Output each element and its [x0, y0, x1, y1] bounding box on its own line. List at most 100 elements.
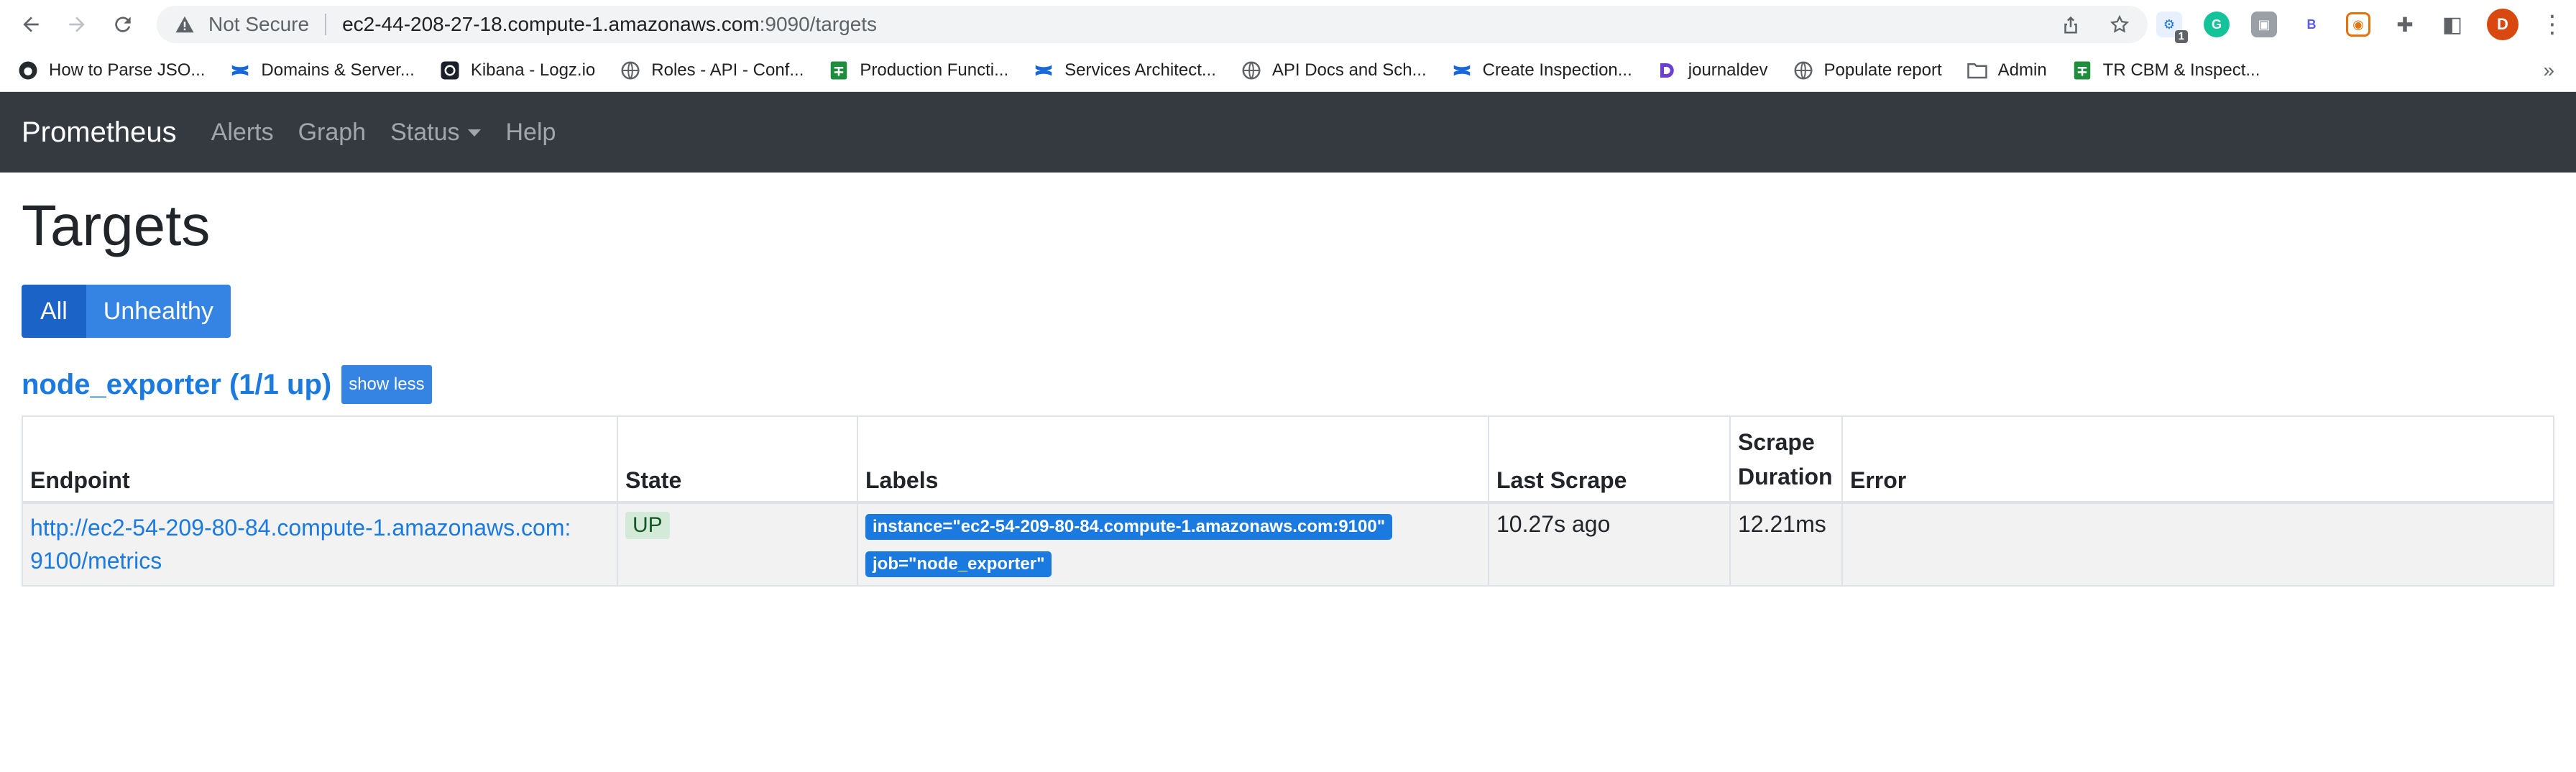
- folder-icon: [1966, 60, 1988, 81]
- nav-graph[interactable]: Graph: [298, 119, 367, 147]
- profile-avatar[interactable]: D: [2487, 9, 2518, 40]
- column-header-endpoint: Endpoint: [22, 415, 618, 504]
- endpoint-link[interactable]: http://ec2-54-209-80-84.compute-1.amazon…: [30, 515, 571, 574]
- github-icon: [17, 60, 39, 81]
- capture-extension-icon[interactable]: ◉: [2346, 12, 2370, 37]
- job-header: node_exporter (1/1 up) show less: [22, 365, 2554, 404]
- bookmark-item[interactable]: Services Architect...: [1033, 60, 1216, 81]
- address-bar[interactable]: Not Secure ec2-44-208-27-18.compute-1.am…: [157, 6, 2148, 43]
- browser-toolbar: Not Secure ec2-44-208-27-18.compute-1.am…: [0, 0, 2576, 49]
- filter-button-group: All Unhealthy: [22, 285, 2554, 338]
- bookmark-item[interactable]: Roles - API - Conf...: [620, 60, 804, 81]
- page-title: Targets: [22, 193, 211, 257]
- bookmark-item[interactable]: Kibana - Logz.io: [439, 60, 595, 81]
- extension-badge: 1: [2174, 30, 2188, 43]
- bookmark-item[interactable]: Populate report: [1793, 60, 1942, 81]
- logzio-icon: [439, 60, 461, 81]
- back-button[interactable]: [12, 5, 50, 44]
- arrow-left-icon: [23, 17, 39, 32]
- globe-icon: [620, 60, 641, 81]
- confluence-icon: [229, 60, 251, 81]
- bookmark-item[interactable]: Admin: [1966, 60, 2047, 81]
- sheets-icon: [828, 60, 850, 81]
- bookmark-label: TR CBM & Inspect...: [2102, 60, 2260, 80]
- endpoint-link-line1: http://ec2-54-209-80-84.compute-1.amazon…: [30, 515, 571, 541]
- scrape-duration-cell: 12.21ms: [1729, 502, 1843, 587]
- app-navbar: Prometheus Alerts Graph Status Help: [0, 92, 2576, 173]
- show-less-button[interactable]: show less: [341, 365, 432, 404]
- arrow-right-icon: [69, 17, 85, 32]
- more-menu-icon[interactable]: ⋮: [2540, 12, 2564, 37]
- extensions-area: ⚙ 1 G ▣ B ◉ ✚ ◧ D ⋮: [2156, 7, 2564, 43]
- sheets-icon: [2071, 60, 2093, 81]
- bookmark-label: Services Architect...: [1064, 60, 1216, 80]
- column-header-error: Error: [1841, 415, 2554, 504]
- bookmark-label: How to Parse JSO...: [49, 60, 206, 80]
- reload-icon: [115, 17, 131, 32]
- bookmark-item[interactable]: Production Functi...: [828, 60, 1008, 81]
- nav-alerts[interactable]: Alerts: [211, 119, 274, 147]
- nav-status[interactable]: Status: [390, 118, 482, 147]
- bootstrap-extension-icon[interactable]: B: [2299, 12, 2324, 37]
- scrape-duration-header-line2: Duration: [1738, 464, 1833, 490]
- bookmark-label: Roles - API - Conf...: [651, 60, 804, 80]
- nav-status-label: Status: [390, 118, 460, 146]
- label-badge-job: job="node_exporter": [865, 551, 1052, 577]
- globe-icon: [1241, 60, 1262, 81]
- security-label[interactable]: Not Secure: [208, 13, 309, 36]
- address-divider: [325, 14, 327, 35]
- labels-cell: instance="ec2-54-209-80-84.compute-1.ama…: [857, 502, 1489, 587]
- caret-down-icon: [468, 129, 482, 137]
- targets-table: Endpoint State Labels Last Scrape Scrape…: [22, 415, 2554, 587]
- error-cell: [1841, 502, 2554, 587]
- nav-help[interactable]: Help: [505, 119, 556, 147]
- bookmark-item[interactable]: journaldev: [1657, 60, 1768, 81]
- puzzle-icon[interactable]: ✚: [2392, 12, 2418, 37]
- job-title-link[interactable]: node_exporter (1/1 up): [22, 369, 331, 401]
- grammarly-icon[interactable]: G: [2204, 12, 2230, 37]
- label-badge-instance: instance="ec2-54-209-80-84.compute-1.ama…: [865, 514, 1393, 540]
- bookmark-item[interactable]: How to Parse JSO...: [17, 60, 205, 81]
- bookmark-label: Production Functi...: [860, 60, 1009, 80]
- table-header-row: Endpoint State Labels Last Scrape Scrape…: [22, 415, 2554, 504]
- filter-unhealthy-button[interactable]: Unhealthy: [86, 285, 231, 338]
- endpoint-cell: http://ec2-54-209-80-84.compute-1.amazon…: [22, 502, 618, 587]
- column-header-state: State: [617, 415, 858, 504]
- warning-icon: [174, 14, 196, 35]
- bookmark-label: Kibana - Logz.io: [470, 60, 596, 80]
- globe-icon: [1793, 60, 1814, 81]
- profile-extension-icon[interactable]: ▣: [2251, 12, 2277, 37]
- confluence-icon: [1033, 60, 1054, 81]
- column-header-labels: Labels: [857, 415, 1489, 504]
- journaldev-icon: [1657, 60, 1678, 81]
- table-row: http://ec2-54-209-80-84.compute-1.amazon…: [22, 502, 2554, 587]
- bookmarks-bar: How to Parse JSO... Domains & Server... Ki…: [0, 49, 2576, 92]
- filter-all-button[interactable]: All: [22, 285, 86, 338]
- bookmarks-overflow-button[interactable]: »: [2543, 59, 2554, 82]
- state-cell: UP: [617, 502, 858, 587]
- url-host: ec2-44-208-27-18.compute-1.amazonaws.com: [342, 13, 760, 35]
- column-header-scrape-duration: Scrape Duration: [1729, 415, 1843, 504]
- endpoint-link-line2: 9100/metrics: [30, 548, 162, 574]
- confluence-icon: [1451, 60, 1473, 81]
- bookmark-star-icon[interactable]: [2109, 14, 2130, 35]
- column-header-last-scrape: Last Scrape: [1488, 415, 1731, 504]
- translate-extension-icon[interactable]: ⚙ 1: [2156, 12, 2188, 43]
- bookmark-label: Create Inspection...: [1482, 60, 1632, 80]
- reload-button[interactable]: [104, 5, 142, 44]
- last-scrape-cell: 10.27s ago: [1488, 502, 1731, 587]
- bookmark-item[interactable]: API Docs and Sch...: [1241, 60, 1427, 81]
- share-icon[interactable]: [2060, 14, 2082, 35]
- main-content: Targets All Unhealthy node_exporter (1/1…: [0, 196, 2576, 587]
- bookmark-item[interactable]: Domains & Server...: [229, 60, 415, 81]
- forward-button[interactable]: [58, 5, 96, 44]
- bookmark-label: Domains & Server...: [261, 60, 415, 80]
- bookmark-label: Admin: [1997, 60, 2047, 80]
- brand-link[interactable]: Prometheus: [22, 116, 177, 149]
- bookmark-item[interactable]: TR CBM & Inspect...: [2071, 60, 2260, 81]
- bookmark-label: API Docs and Sch...: [1271, 60, 1427, 80]
- bookmark-item[interactable]: Create Inspection...: [1451, 60, 1632, 81]
- side-panel-icon[interactable]: ◧: [2439, 12, 2465, 37]
- bookmark-label: Populate report: [1823, 60, 1942, 80]
- scrape-duration-header-line1: Scrape: [1738, 429, 1815, 455]
